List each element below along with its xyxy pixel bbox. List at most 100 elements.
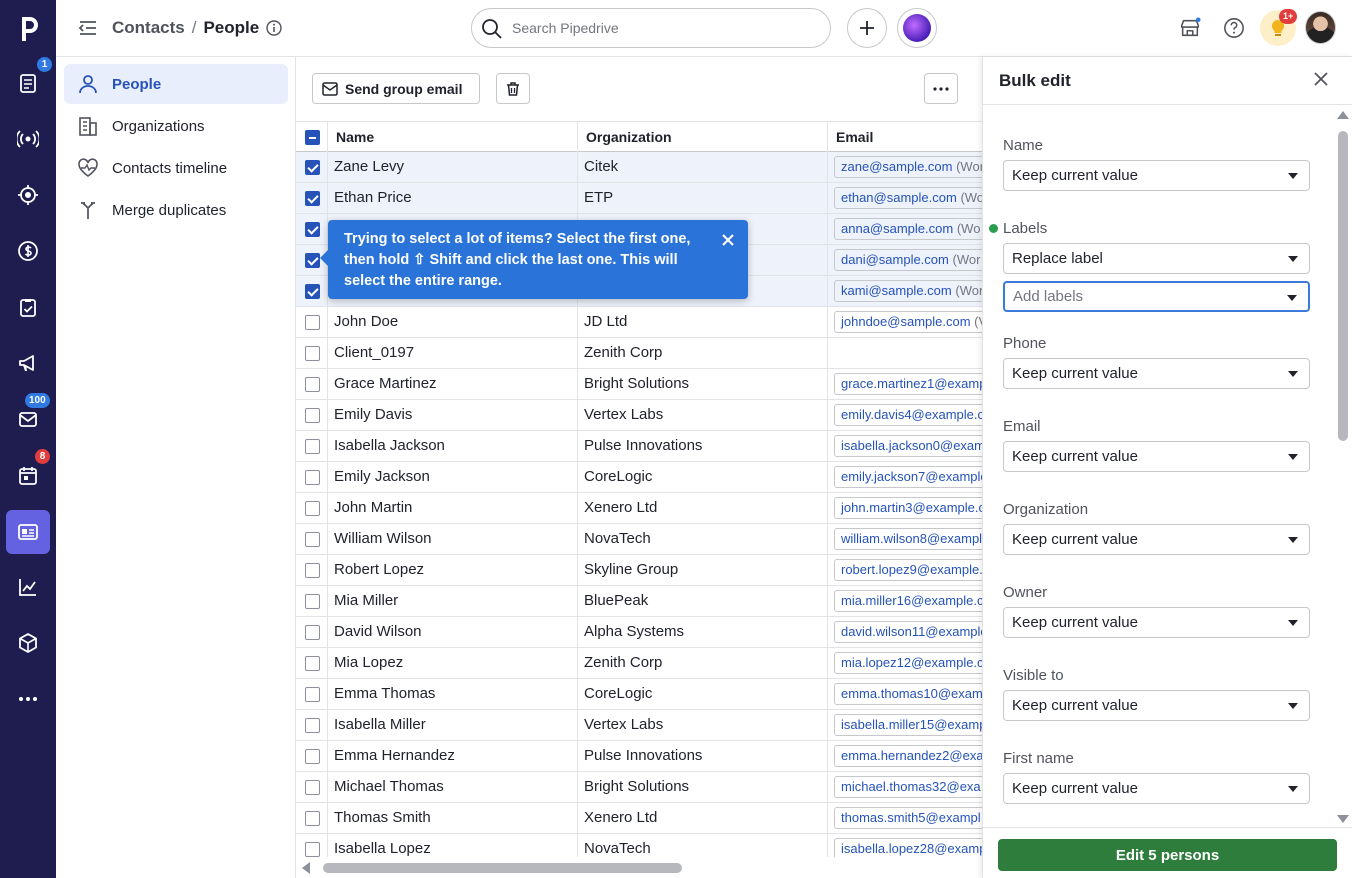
cell-organization[interactable]: Alpha Systems: [578, 617, 828, 648]
table-row[interactable]: Mia Lopez Zenith Corp mia.lopez12@example.…: [296, 648, 982, 679]
marketplace-icon[interactable]: [1176, 14, 1204, 42]
row-checkbox[interactable]: [305, 811, 320, 826]
email-chip[interactable]: mia.lopez12@example.co: [834, 652, 982, 674]
scroll-left-icon[interactable]: [302, 862, 310, 874]
sidebar-item-contacts-timeline[interactable]: Contacts timeline: [64, 148, 288, 188]
row-checkbox[interactable]: [305, 470, 320, 485]
table-row[interactable]: John DoeJD Ltd johndoe@sample.com (V: [296, 307, 982, 338]
edit-persons-button[interactable]: Edit 5 persons: [998, 839, 1337, 871]
cell-organization[interactable]: JD Ltd: [578, 307, 828, 338]
organization-select[interactable]: Keep current value: [1003, 524, 1310, 555]
row-checkbox[interactable]: [305, 718, 320, 733]
search-input[interactable]: [512, 18, 812, 38]
panel-scrollbar[interactable]: [1335, 105, 1352, 827]
table-row[interactable]: Emily Davis Vertex Labs emily.davis4@examp…: [296, 400, 982, 431]
row-checkbox[interactable]: [305, 315, 320, 330]
table-row[interactable]: Ethan Price ETP ethan@sample.com (Wo: [296, 183, 982, 214]
row-checkbox[interactable]: [305, 377, 320, 392]
table-row[interactable]: Zane Levy Citek zane@sample.com (Wor: [296, 152, 982, 183]
email-chip[interactable]: grace.martinez1@examp: [834, 373, 982, 395]
table-row[interactable]: William Wilson NovaTech william.wilson8@ex…: [296, 524, 982, 555]
deals-target-icon[interactable]: [8, 175, 48, 215]
cell-name[interactable]: Emma Thomas: [328, 679, 578, 710]
row-checkbox[interactable]: [305, 532, 320, 547]
cell-name[interactable]: Client_0197: [328, 338, 578, 369]
row-checkbox[interactable]: [305, 749, 320, 764]
email-select[interactable]: Keep current value: [1003, 441, 1310, 472]
cell-name[interactable]: Mia Miller: [328, 586, 578, 617]
email-chip[interactable]: robert.lopez9@example.: [834, 559, 982, 581]
sidebar-item-merge-duplicates[interactable]: Merge duplicates: [64, 190, 288, 230]
table-row[interactable]: Isabella Miller Vertex Labs isabella.mille…: [296, 710, 982, 741]
table-row[interactable]: Emily Jackson CoreLogic emily.jackson7@exa…: [296, 462, 982, 493]
row-checkbox[interactable]: [305, 656, 320, 671]
cell-organization[interactable]: BluePeak: [578, 586, 828, 617]
cell-name[interactable]: John Doe: [328, 307, 578, 338]
global-search[interactable]: [471, 8, 831, 48]
scroll-down-icon[interactable]: [1337, 815, 1349, 823]
email-chip[interactable]: emily.jackson7@example: [834, 466, 982, 488]
cell-name[interactable]: Zane Levy: [328, 152, 578, 183]
row-checkbox[interactable]: [305, 222, 320, 237]
name-select[interactable]: Keep current value: [1003, 160, 1310, 191]
cell-organization[interactable]: Pulse Innovations: [578, 741, 828, 772]
email-chip[interactable]: ethan@sample.com (Wo: [834, 187, 982, 209]
table-row[interactable]: Client_0197 Zenith Corp: [296, 338, 982, 369]
insights-chart-icon[interactable]: [8, 567, 48, 607]
cell-organization[interactable]: Vertex Labs: [578, 400, 828, 431]
cell-name[interactable]: Mia Lopez: [328, 648, 578, 679]
cell-name[interactable]: William Wilson: [328, 524, 578, 555]
cell-name[interactable]: Emily Davis: [328, 400, 578, 431]
select-all-checkbox[interactable]: [305, 130, 320, 145]
cell-organization[interactable]: ETP: [578, 183, 828, 214]
email-chip[interactable]: david.wilson11@example: [834, 621, 982, 643]
owner-select[interactable]: Keep current value: [1003, 607, 1310, 638]
table-row[interactable]: Michael Thomas Bright Solutions michael.th…: [296, 772, 982, 803]
column-header-email[interactable]: Email: [828, 122, 982, 153]
table-row[interactable]: Mia Miller BluePeak mia.miller16@example.c…: [296, 586, 982, 617]
add-labels-select[interactable]: Add labels: [1003, 281, 1310, 312]
scroll-up-icon[interactable]: [1337, 111, 1349, 119]
email-chip[interactable]: william.wilson8@exampl: [834, 528, 982, 550]
cell-organization[interactable]: Zenith Corp: [578, 648, 828, 679]
email-chip[interactable]: zane@sample.com (Wor: [834, 156, 982, 178]
cell-name[interactable]: Michael Thomas: [328, 772, 578, 803]
tasks-icon[interactable]: [8, 287, 48, 327]
close-icon[interactable]: [720, 232, 736, 248]
cell-organization[interactable]: Xenero Ltd: [578, 493, 828, 524]
column-header-name[interactable]: Name: [328, 122, 578, 153]
row-checkbox[interactable]: [305, 160, 320, 175]
delete-button[interactable]: [496, 73, 530, 104]
cell-organization[interactable]: Citek: [578, 152, 828, 183]
first-name-select[interactable]: Keep current value: [1003, 773, 1310, 804]
cell-organization[interactable]: NovaTech: [578, 524, 828, 555]
column-header-organization[interactable]: Organization: [578, 122, 828, 153]
cell-name[interactable]: Ethan Price: [328, 183, 578, 214]
cell-name[interactable]: Isabella Jackson: [328, 431, 578, 462]
cell-name[interactable]: Robert Lopez: [328, 555, 578, 586]
email-chip[interactable]: emily.davis4@example.c: [834, 404, 982, 426]
campaigns-megaphone-icon[interactable]: [8, 343, 48, 383]
table-row[interactable]: Thomas Smith Xenero Ltd thomas.smith5@exam…: [296, 803, 982, 834]
breadcrumb-contacts[interactable]: Contacts: [112, 18, 185, 38]
row-checkbox[interactable]: [305, 253, 320, 268]
table-row[interactable]: Grace Martinez Bright Solutions grace.mart…: [296, 369, 982, 400]
cell-organization[interactable]: CoreLogic: [578, 679, 828, 710]
cell-name[interactable]: Isabella Miller: [328, 710, 578, 741]
collapse-menu-icon[interactable]: [78, 18, 98, 38]
ai-assistant-button[interactable]: [897, 8, 937, 48]
cell-organization[interactable]: Bright Solutions: [578, 369, 828, 400]
row-checkbox[interactable]: [305, 594, 320, 609]
more-actions-button[interactable]: [924, 73, 958, 104]
table-row[interactable]: Emma Thomas CoreLogic emma.thomas10@examp: [296, 679, 982, 710]
cell-organization[interactable]: Zenith Corp: [578, 338, 828, 369]
horizontal-scrollbar[interactable]: [296, 857, 982, 878]
cell-organization[interactable]: Pulse Innovations: [578, 431, 828, 462]
cell-organization[interactable]: Vertex Labs: [578, 710, 828, 741]
cell-organization[interactable]: CoreLogic: [578, 462, 828, 493]
email-chip[interactable]: dani@sample.com (Wor: [834, 249, 982, 271]
cell-name[interactable]: Emily Jackson: [328, 462, 578, 493]
table-row[interactable]: John Martin Xenero Ltd john.martin3@exampl…: [296, 493, 982, 524]
row-checkbox[interactable]: [305, 191, 320, 206]
sidebar-item-people[interactable]: People: [64, 64, 288, 104]
